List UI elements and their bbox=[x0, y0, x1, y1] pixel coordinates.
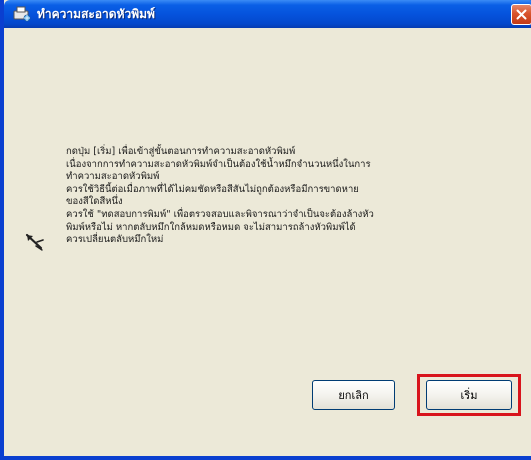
instruction-line: พิมพ์หรือไม่ หากตลับหมึกใกล้หมดหรือหมด จ… bbox=[66, 221, 356, 233]
close-button[interactable] bbox=[511, 4, 531, 25]
instruction-line: ของสีใดสีหนึ่ง bbox=[66, 196, 123, 208]
title-bar[interactable]: ทำความสะอาดหัวพิมพ์ bbox=[4, 0, 531, 28]
instruction-line: ควรใช้วิธีนี้ต่อเมื่อภาพที่ได้ไม่คมชัดหร… bbox=[66, 183, 359, 195]
instruction-line: ทำความสะอาดหัวพิมพ์ bbox=[66, 171, 160, 183]
instruction-text: กดปุ่ม [เริ่ม] เพื่อเข้าสู่ขั้นตอนการทำค… bbox=[66, 146, 516, 247]
dialog-window: ทำความสะอาดหัวพิมพ์ กดปุ่ม [เริ่ม] เพื่อ… bbox=[0, 0, 531, 460]
instruction-line: ควรใช้ "ทดสอบการพิมพ์" เพื่อตรวจสอบและพิ… bbox=[66, 208, 374, 220]
instruction-line: ควรเปลี่ยนตลับหมึกใหม่ bbox=[66, 234, 164, 246]
printer-head-icon bbox=[12, 5, 32, 23]
instruction-line: กดปุ่ม [เริ่ม] เพื่อเข้าสู่ขั้นตอนการทำค… bbox=[66, 146, 296, 157]
start-button[interactable]: เริ่ม bbox=[426, 380, 512, 410]
cancel-button[interactable]: ยกเลิก bbox=[312, 380, 395, 410]
window-title: ทำความสะอาดหัวพิมพ์ bbox=[37, 7, 155, 21]
instruction-line: เนื่องจากการทำความสะอาดหัวพิมพ์จำเป็นต้อ… bbox=[66, 158, 371, 170]
close-icon bbox=[516, 9, 527, 20]
pen-pointer-icon bbox=[24, 232, 46, 252]
